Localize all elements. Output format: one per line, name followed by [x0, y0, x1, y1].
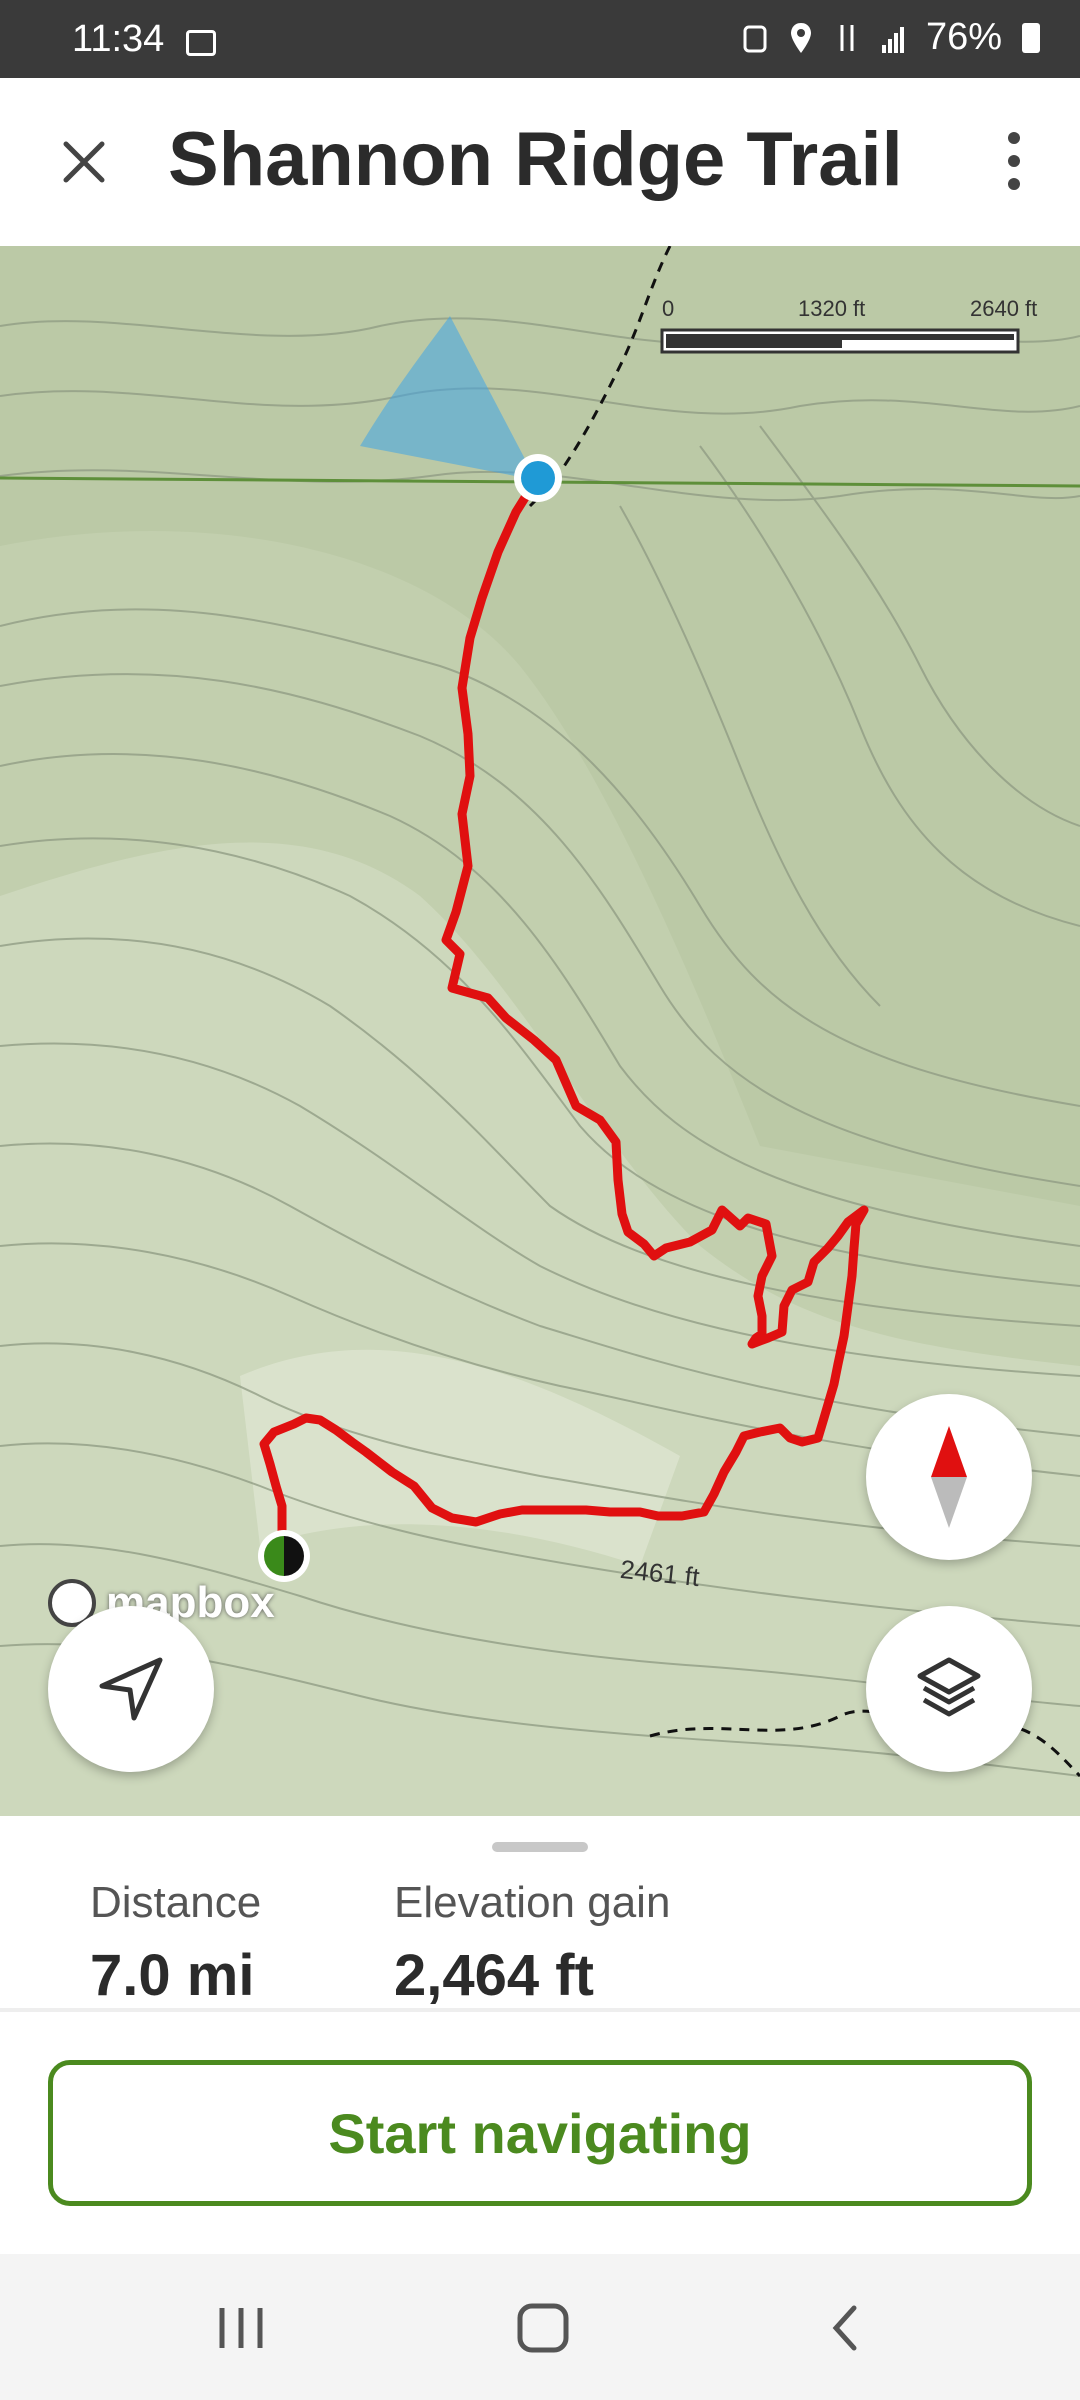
navigation-arrow-icon	[99, 1657, 163, 1721]
system-nav-bar	[0, 2254, 1080, 2400]
start-navigating-button[interactable]: Start navigating	[48, 2060, 1032, 2206]
map-layers-button[interactable]	[866, 1606, 1032, 1772]
signal-icon	[881, 26, 904, 53]
battery-percent: 76%	[925, 16, 1002, 58]
status-bar: 11:34 76%	[0, 0, 1080, 78]
sheet-drag-handle[interactable]	[492, 1842, 588, 1852]
elevation-gain-value: 2,464 ft	[394, 1943, 594, 2008]
scale-label-0: 0	[662, 296, 675, 321]
my-location-button[interactable]	[48, 1606, 214, 1772]
elevation-stat: Elevation gain 2,464 ft	[394, 1878, 670, 2009]
trail-map[interactable]: 0 1320 ft 2640 ft 2461 ft mapbox	[0, 246, 1080, 1816]
sheet-divider	[0, 2008, 1080, 2012]
home-icon[interactable]	[508, 2298, 578, 2358]
back-icon[interactable]	[810, 2298, 880, 2358]
scale-label-2640: 2640 ft	[970, 296, 1038, 321]
status-icons: 76%	[742, 16, 1040, 59]
elevation-gain-label: Elevation gain	[394, 1878, 671, 1927]
status-time: 11:34	[72, 18, 165, 60]
more-options-icon[interactable]	[994, 126, 1034, 196]
distance-label: Distance	[90, 1878, 262, 1927]
distance-stat: Distance 7.0 mi	[90, 1878, 261, 2009]
gallery-icon	[186, 30, 216, 56]
scale-label-1320: 1320 ft	[798, 296, 866, 321]
close-icon[interactable]	[52, 130, 116, 194]
data-icon	[840, 24, 854, 51]
recent-apps-icon[interactable]	[206, 2298, 276, 2358]
compass-button[interactable]	[866, 1394, 1032, 1560]
trail-title: Shannon Ridge Trail	[168, 117, 903, 202]
battery-icon	[1022, 22, 1040, 53]
compass-icon	[931, 1426, 967, 1528]
alarm-icon	[743, 25, 767, 52]
distance-value: 7.0 mi	[90, 1943, 255, 2008]
app-header: Shannon Ridge Trail	[0, 78, 1080, 246]
trail-stats-sheet[interactable]: Distance 7.0 mi Elevation gain 2,464 ft …	[0, 1816, 1080, 2254]
layers-icon	[917, 1657, 981, 1717]
location-icon	[790, 22, 811, 53]
